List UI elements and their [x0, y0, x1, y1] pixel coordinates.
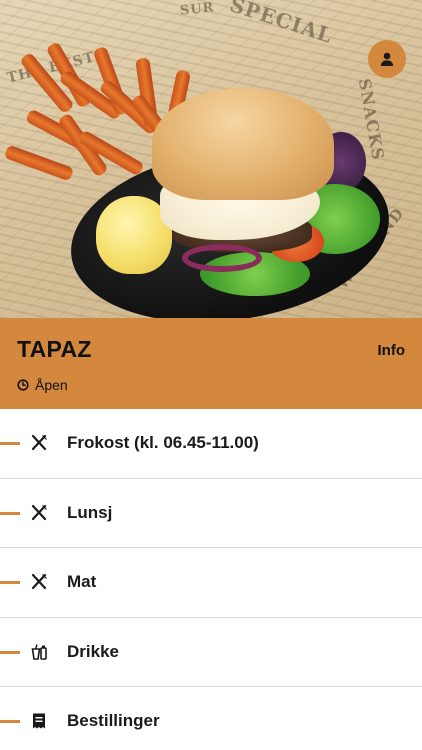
accent-line [0, 442, 20, 446]
drink-icon [30, 643, 48, 661]
menu-item-mat[interactable]: Mat [0, 548, 422, 618]
burger-bun [152, 88, 334, 200]
menu-item-label: Lunsj [67, 502, 113, 522]
fork-knife-icon [30, 434, 48, 452]
menu-item-lunsj[interactable]: Lunsj [0, 479, 422, 548]
venue-name: TAPAZ [17, 336, 92, 362]
opening-status: Åpen [17, 377, 68, 393]
status-label: Åpen [35, 377, 68, 393]
clock-icon [17, 379, 29, 391]
menu-item-label: Frokost (kl. 06.45-11.00) [67, 433, 259, 453]
person-icon [380, 52, 394, 66]
menu-item-drikke[interactable]: Drikke [0, 618, 422, 687]
accent-line [0, 581, 20, 585]
newspaper-text: SPECIAL [226, 0, 336, 48]
accent-line [0, 720, 20, 724]
venue-header: TAPAZ Info Åpen [0, 318, 422, 409]
profile-button[interactable] [368, 40, 406, 78]
accent-line [0, 511, 20, 515]
menu-item-bestillinger[interactable]: Bestillinger [0, 687, 422, 750]
onion-ring [182, 244, 262, 272]
newspaper-text: SUR [179, 0, 216, 19]
info-button[interactable]: Info [378, 342, 406, 359]
fork-knife-icon [30, 573, 48, 591]
fork-knife-icon [30, 504, 48, 522]
menu-item-label: Drikke [67, 641, 119, 661]
menu-item-label: Bestillinger [67, 711, 160, 731]
accent-line [0, 650, 20, 654]
hero-food-image: SPECIAL THE BEST SNACKS SALT WEEKEND SUR [0, 0, 422, 318]
menu-item-label: Mat [67, 572, 97, 592]
receipt-icon [30, 712, 48, 730]
menu-item-frokost[interactable]: Frokost (kl. 06.45-11.00) [0, 409, 422, 479]
menu-category-list: Frokost (kl. 06.45-11.00) Lunsj Mat Drik… [0, 409, 422, 750]
